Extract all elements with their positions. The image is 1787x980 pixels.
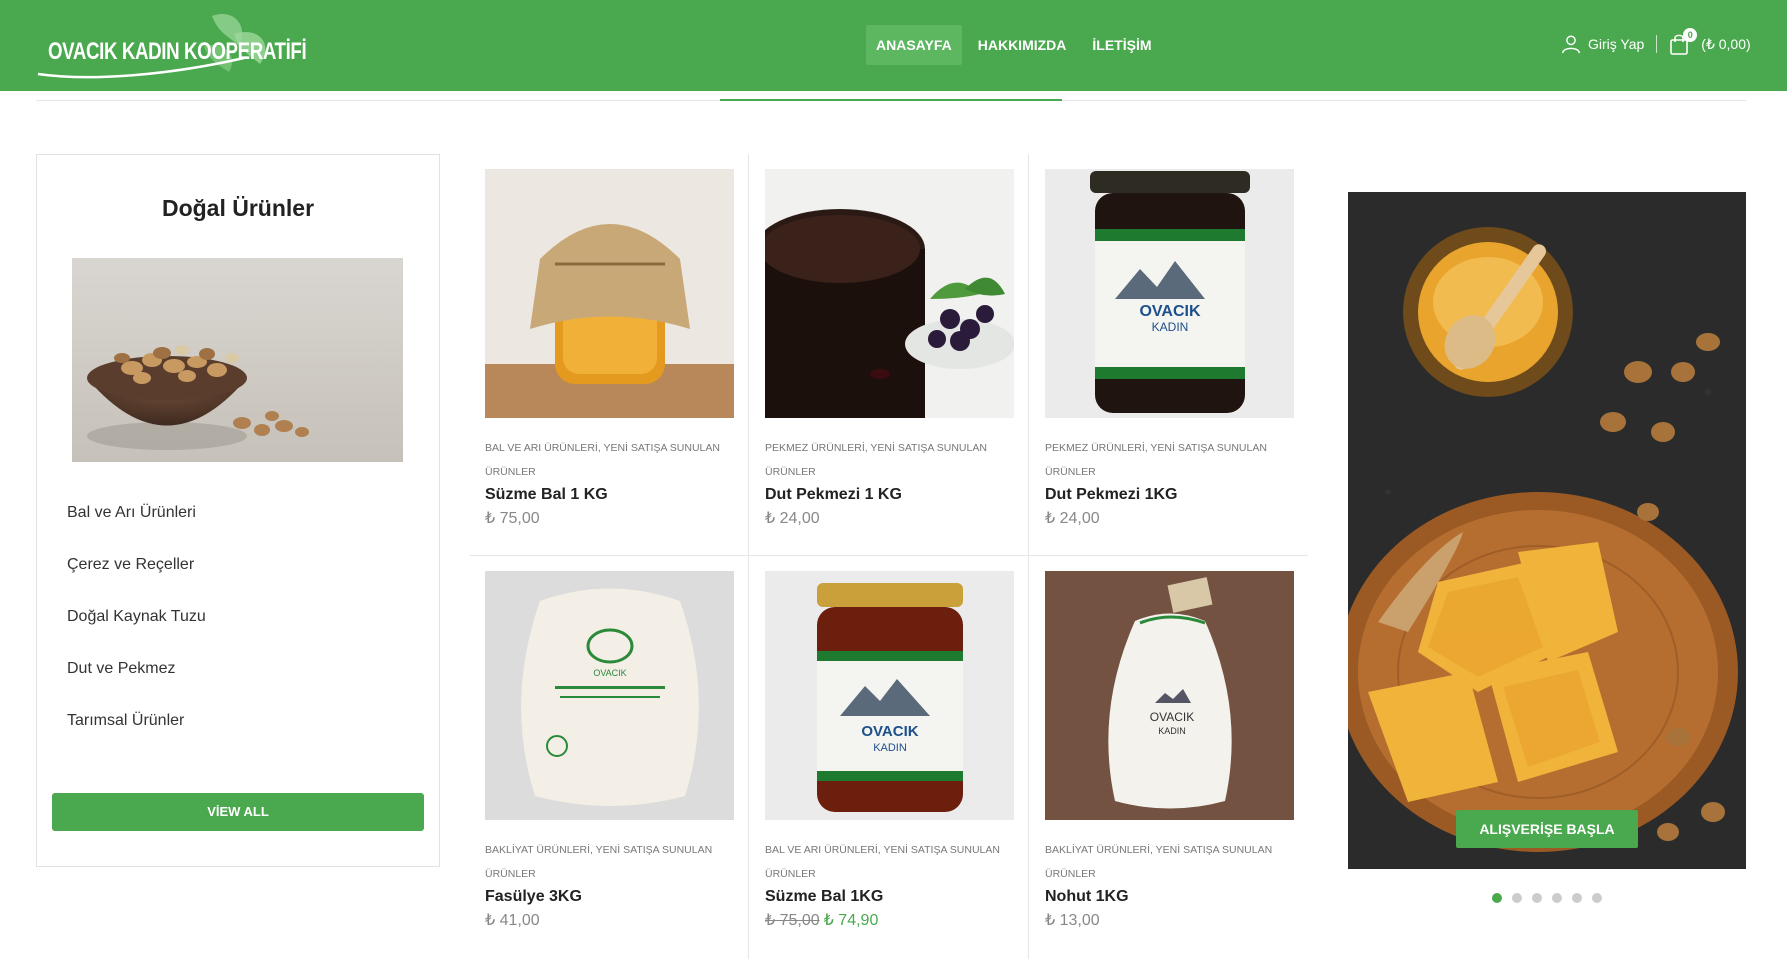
sale-price: ₺ 74,90 <box>823 912 879 929</box>
svg-text:KADIN: KADIN <box>1152 320 1189 334</box>
brand-logo[interactable]: OVACIK KADIN KOOPERATİFİ <box>34 6 307 82</box>
nav-item-contact[interactable]: İLETİŞİM <box>1082 25 1161 65</box>
product-name[interactable]: Fasülye 3KG <box>485 886 735 908</box>
product-card[interactable]: OVACIK KADIN BAL VE ARI ÜRÜNLERİ, YENİ S… <box>765 571 1015 932</box>
old-price: ₺ 75,00 <box>765 912 820 929</box>
brand-name: OVACIK KADIN KOOPERATİFİ <box>48 38 307 65</box>
grid-divider <box>1028 154 1029 959</box>
nav-item-home[interactable]: ANASAYFA <box>866 25 962 65</box>
product-name[interactable]: Süzme Bal 1KG <box>765 886 1015 908</box>
product-image-beans-sack[interactable]: OVACIK <box>485 571 734 820</box>
product-name[interactable]: Süzme Bal 1 KG <box>485 484 735 506</box>
slide-dot[interactable] <box>1572 893 1582 903</box>
category-item-honey[interactable]: Bal ve Arı Ürünleri <box>67 503 206 555</box>
login-link[interactable]: Giriş Yap <box>1588 36 1644 52</box>
category-item-mulberry[interactable]: Dut ve Pekmez <box>67 659 206 711</box>
slide-dot[interactable] <box>1592 893 1602 903</box>
slide-dot[interactable] <box>1532 893 1542 903</box>
product-price: ₺ 75,00 <box>485 510 540 527</box>
product-image-chickpea-sack[interactable]: OVACIK KADIN <box>1045 571 1294 820</box>
category-item-nuts-jams[interactable]: Çerez ve Reçeller <box>67 555 206 607</box>
site-header: OVACIK KADIN KOOPERATİFİ ANASAYFA HAKKIM… <box>0 0 1787 91</box>
svg-text:OVACIK: OVACIK <box>593 668 626 678</box>
slide-dot[interactable] <box>1492 893 1502 903</box>
svg-text:KADIN: KADIN <box>873 742 907 754</box>
product-image-mulberry-molasses[interactable] <box>765 169 1014 418</box>
product-name[interactable]: Dut Pekmezi 1KG <box>1045 484 1295 506</box>
svg-text:OVACIK: OVACIK <box>861 723 918 740</box>
slide-dot[interactable] <box>1512 893 1522 903</box>
product-card[interactable]: PEKMEZ ÜRÜNLERİ, YENİ SATIŞA SUNULAN ÜRÜN… <box>765 169 1015 530</box>
nuts-bowl-image <box>72 258 403 462</box>
cart-button[interactable]: 0 (₺ 0,00) <box>1669 28 1751 55</box>
svg-text:KADIN: KADIN <box>1158 726 1186 736</box>
category-panel: Doğal Ürünler Bal ve Arı Ürünleri Çerez … <box>36 154 440 867</box>
category-panel-title: Doğal Ürünler <box>161 195 315 221</box>
product-categories[interactable]: BAKLİYAT ÜRÜNLERİ, YENİ SATIŞA SUNULAN ÜR… <box>485 838 735 886</box>
product-image-honey-jar[interactable] <box>485 169 734 418</box>
product-name[interactable]: Dut Pekmezi 1 KG <box>765 484 1015 506</box>
category-list: Bal ve Arı Ürünleri Çerez ve Reçeller Do… <box>67 503 206 763</box>
product-categories[interactable]: BAL VE ARI ÜRÜNLERİ, YENİ SATIŞA SUNULAN… <box>765 838 1015 886</box>
product-categories[interactable]: BAL VE ARI ÜRÜNLERİ, YENİ SATIŞA SUNULAN… <box>485 436 735 484</box>
user-icon[interactable] <box>1560 33 1582 55</box>
svg-text:OVACIK: OVACIK <box>1139 303 1200 320</box>
category-item-agriculture[interactable]: Tarımsal Ürünler <box>67 711 206 763</box>
product-price: ₺ 13,00 <box>1045 912 1100 929</box>
product-image-honey-jar-labeled[interactable]: OVACIK KADIN <box>765 571 1014 820</box>
account-divider <box>1656 35 1658 53</box>
product-price: ₺ 24,00 <box>1045 510 1100 527</box>
cart-count-badge: 0 <box>1683 28 1698 42</box>
product-grid: BAL VE ARI ÜRÜNLERİ, YENİ SATIŞA SUNULAN… <box>470 154 1308 959</box>
product-categories[interactable]: BAKLİYAT ÜRÜNLERİ, YENİ SATIŞA SUNULAN ÜR… <box>1045 838 1295 886</box>
main-nav: ANASAYFA HAKKIMIZDA İLETİŞİM <box>866 25 1162 65</box>
grid-divider <box>748 154 749 959</box>
honeycomb-banner-image <box>1348 192 1746 869</box>
grid-divider <box>470 555 1308 556</box>
svg-text:OVACIK: OVACIK <box>1150 710 1194 724</box>
product-name[interactable]: Nohut 1KG <box>1045 886 1295 908</box>
start-shopping-button[interactable]: ALIŞVERİŞE BAŞLA <box>1456 810 1638 848</box>
section-divider-accent <box>720 99 1062 101</box>
product-card[interactable]: OVACIK KADIN PEKMEZ ÜRÜNLERİ, YENİ SATIŞ… <box>1045 169 1295 530</box>
nav-item-about[interactable]: HAKKIMIZDA <box>968 25 1077 65</box>
product-card[interactable]: BAL VE ARI ÜRÜNLERİ, YENİ SATIŞA SUNULAN… <box>485 169 735 530</box>
view-all-button[interactable]: VİEW ALL <box>52 793 424 831</box>
product-price: ₺ 75,00 ₺ 74,90 <box>765 910 1015 932</box>
product-image-molasses-jar[interactable]: OVACIK KADIN <box>1045 169 1294 418</box>
product-categories[interactable]: PEKMEZ ÜRÜNLERİ, YENİ SATIŞA SUNULAN ÜRÜN… <box>765 436 1015 484</box>
product-categories[interactable]: PEKMEZ ÜRÜNLERİ, YENİ SATIŞA SUNULAN ÜRÜN… <box>1045 436 1295 484</box>
cart-total: (₺ 0,00) <box>1701 35 1751 52</box>
account-area: Giriş Yap 0 (₺ 0,00) <box>1560 28 1751 55</box>
category-item-salt[interactable]: Doğal Kaynak Tuzu <box>67 607 206 659</box>
slide-dot[interactable] <box>1552 893 1562 903</box>
product-card[interactable]: OVACIK BAKLİYAT ÜRÜNLERİ, YENİ SATIŞA SU… <box>485 571 735 932</box>
product-price: ₺ 24,00 <box>765 510 820 527</box>
product-card[interactable]: OVACIK KADIN BAKLİYAT ÜRÜNLERİ, YENİ SAT… <box>1045 571 1295 932</box>
promo-banner[interactable]: ALIŞVERİŞE BAŞLA <box>1348 192 1746 869</box>
banner-pagination <box>1492 893 1602 903</box>
product-price: ₺ 41,00 <box>485 912 540 929</box>
